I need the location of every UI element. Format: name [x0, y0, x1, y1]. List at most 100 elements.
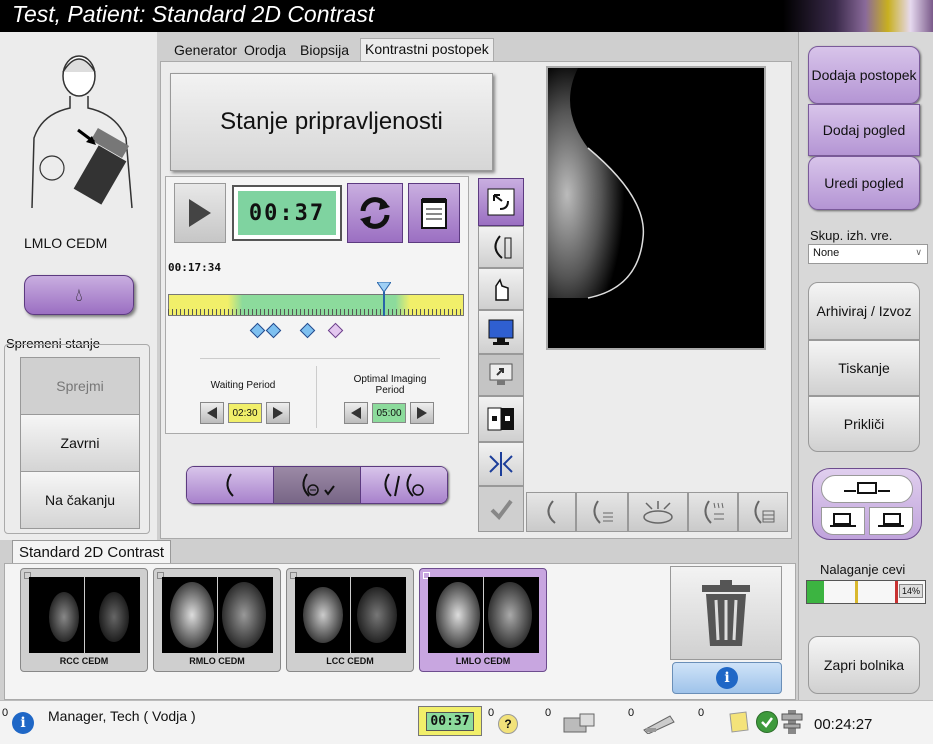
view-marker: [299, 322, 316, 339]
play-icon: [189, 199, 211, 227]
breast-lines-icon: [704, 500, 724, 524]
view-info-button[interactable]: i: [672, 662, 782, 694]
left-arrow-icon: [351, 407, 361, 419]
user-name[interactable]: Manager, Tech ( Vodja ): [48, 708, 196, 724]
timeline-divider: [200, 358, 440, 359]
image-type-selector: [186, 466, 448, 504]
retrieve-button[interactable]: Prikliči: [808, 396, 920, 452]
readiness-text: Stanje pripravljenosti: [220, 108, 443, 135]
view-tool-2[interactable]: [576, 492, 628, 532]
print-queue-icon[interactable]: [640, 712, 678, 735]
thumbnail-image: [295, 577, 406, 653]
thumbnail-rcc[interactable]: RCC CEDM: [20, 568, 148, 672]
display-button[interactable]: [478, 310, 524, 354]
low-energy-button[interactable]: [187, 467, 273, 503]
view-tool-3[interactable]: [628, 492, 688, 532]
combined-button[interactable]: [361, 467, 447, 503]
paddle-left-button[interactable]: [821, 507, 865, 535]
trash-icon: [702, 580, 750, 646]
swap-icon: [487, 188, 515, 216]
implant-button[interactable]: [478, 268, 524, 310]
period-divider: [316, 366, 317, 428]
readiness-banner: Stanje pripravljenosti: [170, 73, 493, 171]
thumbnail-rmlo[interactable]: RMLO CEDM: [153, 568, 281, 672]
thumbnail-image: [29, 577, 140, 653]
notepad-icon: [421, 198, 447, 229]
contrast-settings-button[interactable]: [408, 183, 460, 243]
optimal-decrease-button[interactable]: [344, 402, 368, 424]
paddle-shift-control[interactable]: [812, 468, 922, 540]
add-procedure-button[interactable]: Dodaja postopek: [808, 46, 920, 104]
thumbnail-image: [428, 577, 539, 653]
device-icon[interactable]: [780, 708, 804, 736]
waiting-period-label: Waiting Period: [210, 380, 276, 391]
timeline-marker[interactable]: [376, 281, 393, 319]
refresh-icon: [360, 197, 390, 229]
status-timer[interactable]: 00:37: [418, 706, 482, 736]
tube-loading-label: Nalaganje cevi: [820, 562, 906, 577]
invert-icon: [487, 407, 514, 431]
view-label: LMLO CEDM: [24, 235, 108, 251]
pending-button[interactable]: Na čakanju: [20, 471, 140, 529]
patient-view-icon: [22, 38, 142, 218]
send-button[interactable]: [478, 354, 524, 396]
thumbnail-label: LCC CEDM: [326, 656, 374, 666]
output-queue-icon[interactable]: [562, 712, 598, 734]
accept-button[interactable]: Sprejmi: [20, 357, 140, 415]
swap-view-button[interactable]: [478, 178, 524, 226]
view-tool-1[interactable]: [526, 492, 576, 532]
procedure-tab[interactable]: Standard 2D Contrast: [12, 540, 172, 564]
archive-export-button[interactable]: Arhiviraj / Izvoz: [808, 282, 920, 340]
breast-icon: 💧︎: [75, 284, 83, 305]
compare-button[interactable]: [478, 442, 524, 486]
help-icon[interactable]: ?: [498, 714, 518, 734]
paddle-right-button[interactable]: [869, 507, 913, 535]
invert-button[interactable]: [478, 396, 524, 442]
optimal-period-value[interactable]: 05:00: [372, 403, 406, 423]
thumbnail-lcc[interactable]: LCC CEDM: [286, 568, 414, 672]
ruler-icon: [494, 235, 512, 259]
tube-loading-limit-mark: [895, 581, 898, 603]
elapsed-time: 00:17:34: [168, 261, 221, 274]
view-tool-5[interactable]: [738, 492, 788, 532]
tab-tools[interactable]: Orodja: [242, 40, 288, 62]
hand-icon: [495, 278, 509, 301]
paddle-center-button[interactable]: [821, 475, 913, 503]
accept-tool-button[interactable]: [478, 486, 524, 532]
breast-icon: [547, 500, 556, 524]
add-view-button[interactable]: Dodaj pogled: [808, 104, 920, 156]
header-decoration: [783, 0, 933, 32]
reject-button[interactable]: Zavrni: [20, 414, 140, 472]
monitor-send-icon: [489, 363, 513, 385]
subtracted-button[interactable]: [273, 467, 361, 503]
optimal-increase-button[interactable]: [410, 402, 434, 424]
waiting-increase-button[interactable]: [266, 402, 290, 424]
paddle-center-icon: [844, 482, 890, 494]
checkmark-icon: [490, 499, 513, 521]
waiting-period-value[interactable]: 02:30: [228, 403, 262, 423]
output-group-select[interactable]: None ∨: [808, 244, 928, 264]
notes-icon[interactable]: [728, 710, 750, 734]
print-button[interactable]: Tiskanje: [808, 340, 920, 396]
system-ok-icon[interactable]: [756, 711, 778, 733]
tab-generator[interactable]: Generator: [172, 40, 239, 62]
tab-biopsy[interactable]: Biopsija: [298, 40, 351, 62]
info-icon: i: [20, 715, 26, 731]
alerts-info-button[interactable]: i: [12, 712, 34, 734]
view-marker: [265, 322, 282, 339]
tab-contrast[interactable]: Kontrastni postopek: [360, 38, 494, 62]
contrast-view-button[interactable]: 💧︎: [24, 275, 134, 315]
view-tool-4[interactable]: [688, 492, 738, 532]
edit-view-button[interactable]: Uredi pogled: [808, 156, 920, 210]
thumbnail-lmlo[interactable]: LMLO CEDM: [419, 568, 547, 672]
play-button[interactable]: [174, 183, 226, 243]
view-markers: [249, 322, 360, 340]
timeline-ticks: [168, 309, 464, 315]
ruler-button[interactable]: [478, 226, 524, 268]
close-patient-button[interactable]: Zapri bolnika: [808, 636, 920, 694]
reset-timer-button[interactable]: [347, 183, 403, 243]
delete-view-button[interactable]: [670, 566, 782, 660]
compare-icon: [489, 452, 513, 476]
waiting-decrease-button[interactable]: [200, 402, 224, 424]
image-preview: [546, 66, 766, 350]
